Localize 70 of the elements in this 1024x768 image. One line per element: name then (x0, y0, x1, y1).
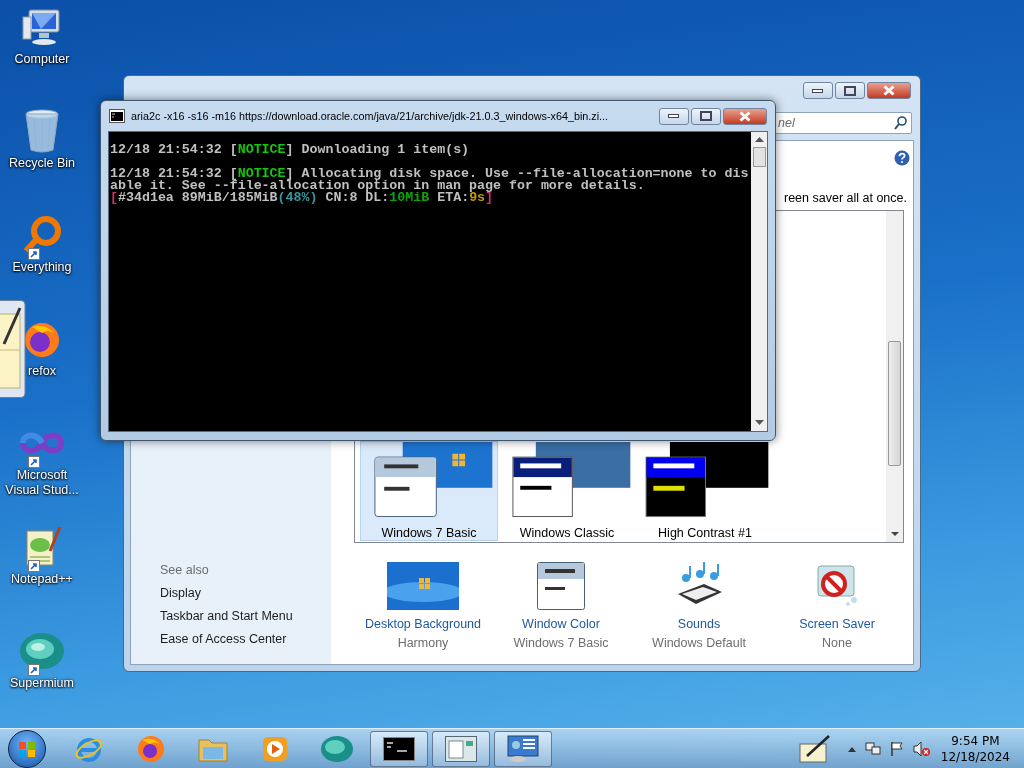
desktop-icon-label[interactable]: Recycle Bin (9, 156, 75, 171)
setting-link[interactable]: Desktop Background (364, 617, 481, 631)
setting-link[interactable]: Screen Saver (799, 617, 875, 631)
console-icon (109, 109, 125, 123)
desktop-icon-label[interactable]: Everything (12, 260, 72, 275)
setting-value: Windows 7 Basic (513, 636, 609, 650)
window-title: aria2c -x16 -s16 -m16 https://download.oracle.com/java/21/archive/jdk-21.0.3_windows-x64_bin.zi... (131, 110, 610, 122)
start-button[interactable] (8, 729, 46, 768)
close-button[interactable] (723, 107, 767, 125)
help-icon[interactable] (894, 150, 910, 166)
muted-speaker-icon[interactable] (912, 740, 931, 757)
console-line: 12/18 21:54:32 [NOTICE] Downloading 1 item(s) (110, 144, 471, 156)
flame-globe-icon (136, 733, 166, 764)
scroll-down-icon[interactable] (890, 532, 899, 537)
setting-value: Harmony (397, 636, 449, 650)
desktop-icon-label[interactable]: refox (28, 364, 56, 379)
ring-icon (22, 215, 62, 255)
description-text: reen saver all at once. (784, 191, 907, 205)
scroll-down-icon[interactable] (754, 420, 764, 426)
window-icon (445, 735, 477, 762)
pen-tablet-icon[interactable] (798, 733, 831, 764)
setting-value: Windows Default (652, 636, 746, 650)
windows-logo-icon (18, 739, 36, 758)
theme-item[interactable]: High Contrast #1 (636, 441, 774, 541)
scroll-thumb[interactable] (752, 147, 766, 167)
console-icon (383, 736, 415, 761)
maximize-button[interactable] (691, 107, 721, 125)
sphere-icon (18, 631, 66, 671)
console-line: [#34d1ea 89MiB/185MiB(48%) CN:8 DL:10MiB ETA:9s] (110, 192, 494, 204)
console-line: 12/18 21:54:32 [NOTICE] Allocating disk space. Use --file-allocation=none to dis (110, 168, 750, 180)
taskbar-button[interactable] (494, 730, 552, 767)
desktop-icon-label[interactable]: Notepad++ (11, 572, 73, 587)
close-icon (883, 85, 895, 96)
window-color-icon (537, 562, 585, 610)
close-button[interactable] (867, 82, 911, 99)
scrollbar[interactable] (886, 211, 903, 542)
control-panel-icon (507, 734, 539, 763)
clock[interactable]: 9:54 PM 12/18/2024 (938, 732, 1012, 765)
play-icon (261, 734, 289, 763)
recycle-bin-icon (24, 108, 60, 154)
scrollbar[interactable] (751, 132, 767, 431)
search-icon (894, 115, 907, 130)
maximize-icon (844, 85, 856, 96)
desktop-icon-label[interactable]: Microsoft Visual Stud... (1, 468, 83, 498)
maximize-button[interactable] (835, 82, 865, 99)
desktop-icon-label[interactable]: Computer (14, 52, 70, 67)
see-also-link[interactable]: Ease of Access Center (160, 628, 331, 651)
scroll-up-icon[interactable] (754, 137, 764, 143)
console-line: able it. See --file-allocation option in man page for more details. (110, 180, 646, 192)
flag-icon[interactable] (888, 740, 905, 757)
taskbar-button[interactable] (370, 730, 428, 767)
minimize-icon (812, 88, 824, 93)
theme-item[interactable]: Windows 7 Basic (360, 441, 498, 541)
setting-value: None (822, 636, 852, 650)
see-also-link[interactable]: Taskbar and Start Menu (160, 605, 331, 628)
setting-link[interactable]: Window Color (522, 617, 600, 631)
setting-link[interactable]: Sounds (677, 617, 721, 631)
sphere-icon (320, 734, 354, 763)
minimize-icon (668, 114, 680, 118)
computer-icon (21, 7, 63, 47)
wallpaper-icon (387, 562, 459, 610)
scroll-thumb[interactable] (888, 341, 901, 466)
minimize-button[interactable] (659, 107, 689, 125)
theme-item[interactable]: Windows Classic (498, 441, 636, 541)
minimize-button[interactable] (803, 82, 833, 99)
section-heading: See also (160, 562, 210, 579)
close-icon (739, 110, 751, 122)
maximize-icon (700, 111, 712, 121)
network-icon[interactable] (864, 740, 881, 757)
see-also-link[interactable]: Display (160, 582, 331, 605)
